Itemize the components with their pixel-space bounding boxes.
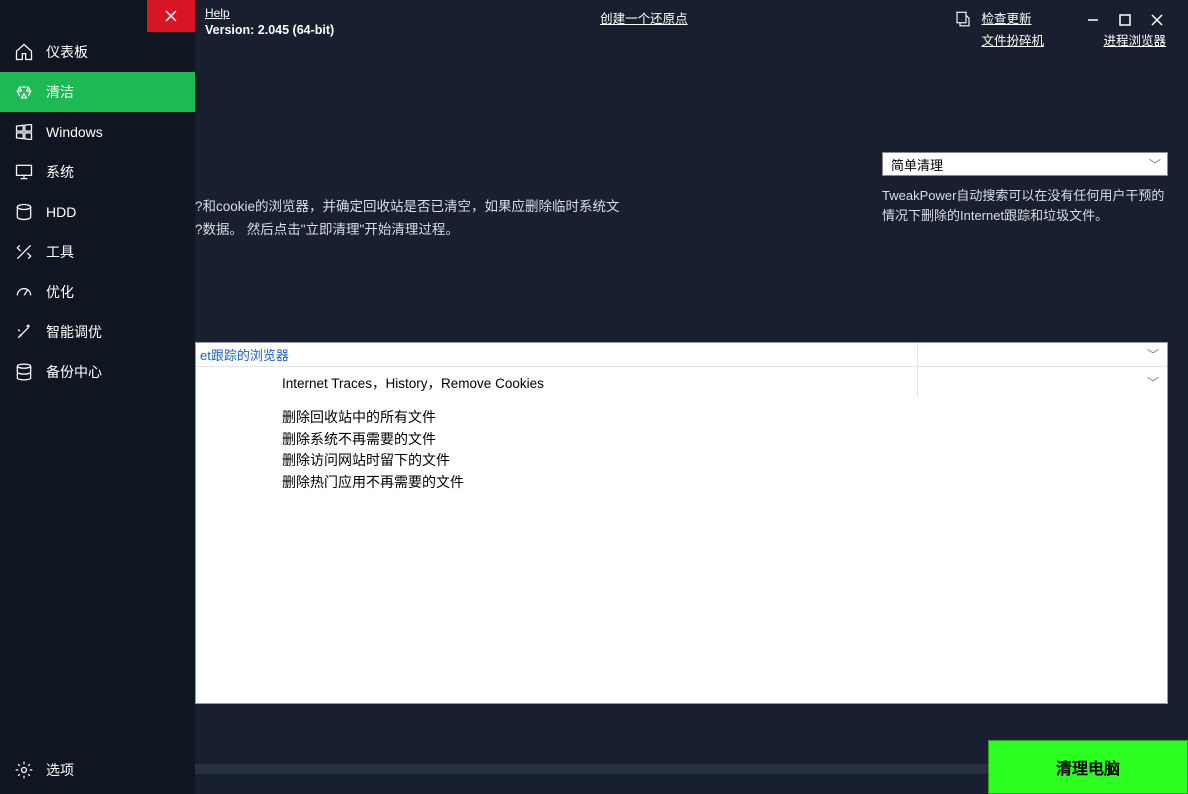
sidebar-item-optimize[interactable]: 优化 (0, 272, 195, 312)
sidebar-item-label: 智能调优 (46, 322, 102, 342)
version-label: Version: 2.045 (64-bit) (205, 23, 334, 37)
dropdown-value: 简单清理 (891, 155, 943, 174)
monitor-icon (14, 162, 34, 182)
sidebar-item-label: 清洁 (46, 82, 74, 102)
cleanup-item: 删除回收站中的所有文件 (282, 407, 1167, 429)
mode-description: TweakPower自动搜索可以在没有任何用户干预的情况下删除的Internet… (882, 186, 1168, 226)
sidebar-options-label: 选项 (46, 760, 74, 780)
sidebar-item-label: 优化 (46, 282, 74, 302)
hdd-icon (14, 202, 34, 222)
wand-icon (14, 322, 34, 342)
database-icon (14, 362, 34, 382)
chevron-down-icon: ﹀ (1147, 346, 1159, 363)
chevron-down-icon: ﹀ (1149, 156, 1161, 173)
restore-point-link[interactable]: 创建一个还原点 (600, 8, 688, 27)
tools-icon (14, 242, 34, 262)
windows-icon (14, 122, 34, 142)
sidebar: 仪表板 清洁 Windows 系统 HDD 工具 (0, 0, 195, 794)
close-button[interactable] (1148, 12, 1166, 28)
results-panel: et跟踪的浏览器 ﹀ Internet Traces，History，Remov… (195, 342, 1168, 704)
cleanup-item: 删除访问网站时留下的文件 (282, 450, 1167, 472)
sidebar-item-label: HDD (46, 204, 76, 220)
recycle-icon (14, 82, 34, 102)
sidebar-close-button[interactable] (147, 0, 195, 32)
chevron-down-icon: ﹀ (1147, 374, 1159, 391)
cleanup-item: 删除系统不再需要的文件 (282, 429, 1167, 451)
sidebar-item-windows[interactable]: Windows (0, 112, 195, 152)
clean-computer-button[interactable]: 清理电脑 (988, 740, 1188, 794)
sidebar-item-label: 仪表板 (46, 42, 88, 62)
sidebar-item-label: 工具 (46, 242, 74, 262)
cleaning-mode-dropdown[interactable]: 简单清理 ﹀ (882, 152, 1168, 176)
sidebar-options[interactable]: 选项 (0, 750, 195, 790)
panel-section-header[interactable]: et跟踪的浏览器 (196, 343, 917, 366)
description-text: ?和cookie的浏览器，并确定回收站是否已清空，如果应删除临时系统文 ?数据。… (195, 196, 835, 242)
sidebar-item-label: Windows (46, 124, 103, 140)
sidebar-item-hdd[interactable]: HDD (0, 192, 195, 232)
file-shredder-link[interactable]: 文件扮碎机 (981, 30, 1044, 49)
sidebar-item-tools[interactable]: 工具 (0, 232, 195, 272)
sidebar-item-label: 备份中心 (46, 362, 102, 382)
titlebar: Help Version: 2.045 (64-bit) 创建一个还原点 检查更… (195, 0, 1188, 52)
check-updates-link[interactable]: 检查更新 (981, 8, 1031, 27)
maximize-button[interactable] (1116, 12, 1134, 28)
sidebar-item-smart-tune[interactable]: 智能调优 (0, 312, 195, 352)
minimize-button[interactable] (1084, 12, 1102, 28)
home-icon (14, 42, 34, 62)
gear-icon (14, 760, 34, 780)
help-link[interactable]: Help (205, 6, 334, 20)
cleanup-item: 删除热门应用不再需要的文件 (282, 472, 1167, 494)
panel-expand-2[interactable]: ﹀ (917, 367, 1167, 397)
sidebar-item-dashboard[interactable]: 仪表板 (0, 32, 195, 72)
gauge-icon (14, 282, 34, 302)
shredder-icon (953, 8, 973, 28)
panel-expand-1[interactable]: ﹀ (917, 343, 1167, 366)
panel-subheader: Internet Traces，History，Remove Cookies (196, 367, 917, 397)
sidebar-item-clean[interactable]: 清洁 (0, 72, 195, 112)
sidebar-item-backup[interactable]: 备份中心 (0, 352, 195, 392)
process-browser-link[interactable]: 进程浏览器 (1103, 34, 1166, 48)
sidebar-item-label: 系统 (46, 162, 74, 182)
sidebar-item-system[interactable]: 系统 (0, 152, 195, 192)
